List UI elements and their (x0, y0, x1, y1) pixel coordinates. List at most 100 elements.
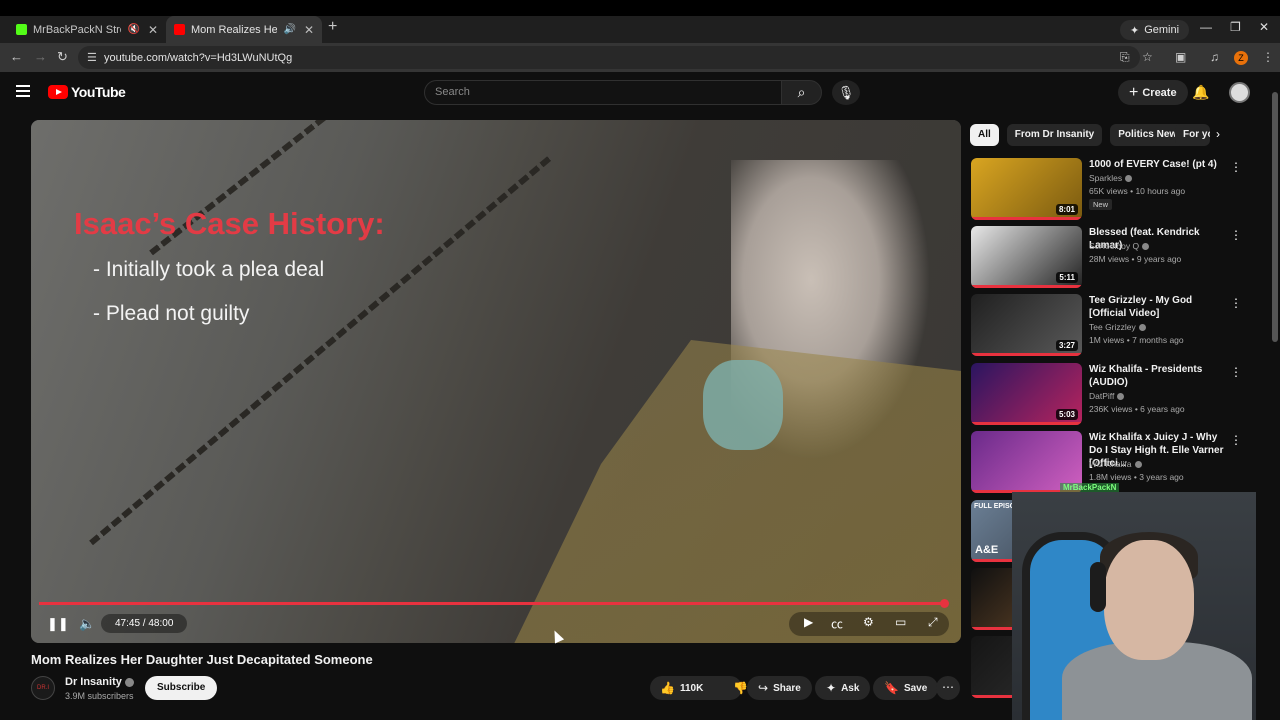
recommendation-title[interactable]: 1000 of EVERY Case! (pt 4) (1089, 158, 1229, 171)
video-thumbnail[interactable]: 5:11 (971, 226, 1082, 288)
more-options-icon[interactable]: ⋮ (1230, 228, 1242, 242)
channel-avatar[interactable]: DR.I (31, 676, 55, 700)
url-field[interactable]: ☰ youtube.com/watch?v=Hd3LWuNUtQg (78, 46, 1140, 69)
save-button[interactable]: 🔖 Save (873, 676, 939, 700)
site-info-icon[interactable]: ☰ (87, 51, 97, 64)
more-options-icon[interactable]: ⋮ (1230, 160, 1242, 174)
verified-badge-icon (124, 677, 134, 687)
sparkle-icon: ✦ (826, 681, 837, 695)
autoplay-toggle-icon[interactable]: ▶ (804, 615, 813, 629)
fullscreen-icon[interactable]: ⤢ (928, 615, 938, 630)
search-button[interactable]: ⌕ (781, 80, 822, 105)
audio-playing-icon[interactable]: 🔊 (283, 24, 295, 35)
recommendation-channel[interactable]: Wiz Khalifa (1089, 459, 1142, 469)
captions-icon[interactable]: ㏄ (831, 615, 843, 632)
search-input[interactable]: Search (424, 80, 782, 105)
watched-progress-bar (971, 285, 1082, 288)
recommendation-title[interactable]: Wiz Khalifa - Presidents (AUDIO) (1089, 363, 1229, 389)
streamer-webcam (1012, 492, 1256, 720)
recommendation-item[interactable]: 5:03 Wiz Khalifa - Presidents (AUDIO) DatP… (971, 363, 1271, 425)
tab-youtube-video[interactable]: Mom Realizes Her Daughte 🔊 ✕ (166, 16, 322, 43)
volume-icon[interactable]: 🔈 (79, 616, 95, 632)
more-options-icon[interactable]: ⋮ (1230, 433, 1242, 447)
browser-window: MrBackPackN Stream - Wat 🔇 ✕ Mom Realize… (0, 0, 1280, 720)
chip-for-you[interactable]: For you (1175, 124, 1210, 146)
new-tab-button[interactable]: + (328, 18, 337, 36)
more-options-icon[interactable]: ⋮ (1230, 296, 1242, 310)
chip-from-channel[interactable]: From Dr Insanity (1006, 124, 1103, 146)
ask-button[interactable]: ✦ Ask (815, 676, 871, 700)
recommendation-item[interactable]: 8:01 1000 of EVERY Case! (pt 4) Sparkles 65… (971, 158, 1271, 220)
recommendation-item[interactable]: 3:27 Tee Grizzley - My God [Official Vide… (971, 294, 1271, 356)
theater-mode-icon[interactable]: ▭ (895, 615, 906, 629)
progress-bar[interactable] (39, 602, 944, 605)
video-thumbnail[interactable]: 8:01 (971, 158, 1082, 220)
forward-icon[interactable]: → (34, 49, 47, 64)
recommendation-meta: 1.8M views • 3 years ago (1089, 472, 1184, 482)
recommendation-channel[interactable]: DatPiff (1089, 391, 1125, 401)
reload-icon[interactable]: ↻ (57, 49, 68, 65)
subscribe-button[interactable]: Subscribe (145, 676, 218, 700)
recommendation-channel[interactable]: ScHoolboy Q (1089, 241, 1150, 251)
recommendation-channel[interactable]: Sparkles (1089, 173, 1133, 183)
install-app-icon[interactable]: ⎘ (1120, 50, 1130, 65)
close-window-icon[interactable]: ✕ (1259, 20, 1269, 34)
settings-gear-icon[interactable]: ⚙ (863, 615, 874, 629)
muted-audio-icon[interactable]: 🔇 (127, 24, 139, 35)
watched-progress-bar (971, 217, 1082, 220)
verified-badge-icon (1125, 175, 1133, 183)
split-view-icon[interactable]: ▣ (1175, 50, 1186, 64)
youtube-logo[interactable]: YouTube (48, 84, 126, 100)
restore-icon[interactable]: ❐ (1230, 20, 1241, 34)
more-actions-button[interactable]: ⋯ (936, 676, 960, 700)
recommendation-item[interactable]: Wiz Khalifa x Juicy J - Why Do I Stay Hi… (971, 431, 1271, 493)
recommendation-item[interactable]: 5:11 Blessed (feat. Kendrick Lamar) ScHool… (971, 226, 1271, 288)
chevron-right-icon[interactable]: › (1216, 127, 1220, 141)
sparkle-icon: ✦ (1130, 24, 1140, 37)
share-button[interactable]: ↪ Share (747, 676, 812, 700)
page-scrollbar[interactable] (1272, 86, 1278, 706)
voice-search-button[interactable]: 🎙 (832, 80, 860, 105)
video-thumbnail[interactable]: 3:27 (971, 294, 1082, 356)
video-player[interactable]: Isaac’s Case History: - Initially took a… (31, 120, 961, 643)
back-icon[interactable]: ← (10, 49, 23, 64)
bookmark-icon: 🔖 (884, 681, 899, 695)
account-avatar[interactable] (1229, 82, 1250, 103)
recommendation-meta: 236K views • 6 years ago (1089, 404, 1185, 414)
chip-all[interactable]: All (970, 124, 999, 146)
close-tab-icon[interactable]: ✕ (304, 23, 314, 37)
hamburger-menu-icon[interactable] (16, 85, 30, 97)
verified-badge-icon (1134, 461, 1142, 469)
webcam-label: MrBackPackN (1060, 483, 1120, 492)
verified-badge-icon (1142, 243, 1150, 251)
media-controls-icon[interactable]: ♫ (1210, 50, 1219, 64)
scrubber-handle[interactable] (940, 599, 949, 608)
youtube-play-logo-icon (48, 85, 68, 99)
more-options-icon[interactable]: ⋮ (1230, 365, 1242, 379)
watched-progress-bar (971, 353, 1082, 356)
minimize-icon[interactable]: — (1200, 20, 1212, 34)
channel-name[interactable]: Dr Insanity (65, 676, 134, 688)
microphone-icon: 🎙 (837, 85, 855, 100)
youtube-favicon-icon (174, 24, 185, 35)
tab-kick-stream[interactable]: MrBackPackN Stream - Wat 🔇 ✕ (8, 16, 166, 43)
tab-strip: MrBackPackN Stream - Wat 🔇 ✕ Mom Realize… (0, 0, 1280, 43)
like-dislike-group: 👍 110K 👎 (650, 676, 748, 700)
browser-menu-icon[interactable]: ⋮ (1262, 50, 1274, 64)
network-logo: A&E (975, 544, 999, 556)
headset-icon (1090, 562, 1106, 612)
recommendation-channel[interactable]: Tee Grizzley (1089, 322, 1146, 332)
create-button[interactable]: + Create (1118, 80, 1188, 105)
gemini-button[interactable]: ✦ Gemini (1120, 20, 1190, 40)
youtube-header: YouTube Search ⌕ 🎙 + Create 🔔 (0, 72, 1280, 114)
notifications-bell-icon[interactable]: 🔔 (1192, 84, 1209, 101)
recommendation-title[interactable]: Tee Grizzley - My God [Official Video] (1089, 294, 1229, 320)
pause-icon[interactable]: ❚❚ (47, 616, 69, 632)
recommendation-meta: 65K views • 10 hours ago (1089, 186, 1186, 196)
close-tab-icon[interactable]: ✕ (148, 23, 158, 37)
video-thumbnail[interactable]: 5:03 (971, 363, 1082, 425)
like-button[interactable]: 👍 110K (650, 676, 713, 700)
profile-avatar[interactable]: Z (1234, 51, 1248, 65)
bookmark-star-icon[interactable]: ☆ (1142, 50, 1153, 64)
duration-badge: 3:27 (1055, 340, 1078, 351)
